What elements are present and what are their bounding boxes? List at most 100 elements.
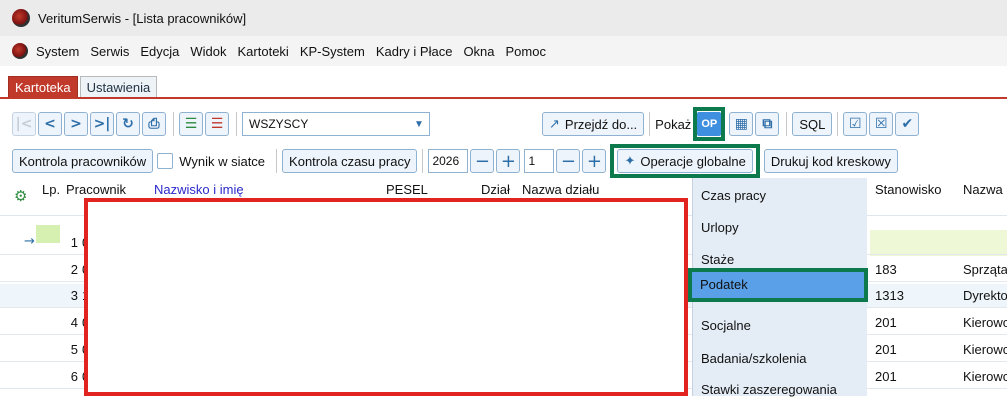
remove-column-icon[interactable]: ☰ [205,112,229,136]
window-title: VeritumSerwis - [Lista pracowników] [38,10,247,26]
sql-button[interactable]: SQL [792,112,833,136]
col-nazwa-dzialu[interactable]: Nazwa działu [522,182,599,197]
control-time-button[interactable]: Kontrola czasu pracy [282,149,418,173]
tab-ustawienia[interactable]: Ustawienia [79,76,158,98]
redaction-box [84,198,688,396]
row-nazwa: Sprzątacz [963,262,1007,277]
row-nazwa: Kierowca [963,369,1007,384]
show-label: Pokaż [655,116,692,132]
menu-item-staze[interactable]: Staże [701,252,734,267]
print-barcode-button[interactable]: Drukuj kod kreskowy [763,149,898,173]
menu-kadry-i-place[interactable]: Kadry i Płace [376,44,453,59]
row-nazwa: Kierowca [963,315,1007,330]
control-employees-button[interactable]: Kontrola pracowników [12,149,154,173]
grid-result-label: Wynik w siatce [179,153,266,169]
year-input[interactable]: 2026 [428,149,469,173]
menu-okna[interactable]: Okna [463,44,494,59]
menu-system[interactable]: System [36,44,79,59]
last-record-icon[interactable]: >| [90,112,114,136]
title-bar: VeritumSerwis - [Lista pracowników] [0,0,1007,36]
month-input[interactable]: 1 [524,149,555,173]
actions-toolbar: Kontrola pracowników Wynik w siatce Kont… [0,144,1007,178]
magic-wand-icon: ✦ [624,153,636,169]
year-increment-button[interactable]: + [496,149,521,173]
col-stanowisko[interactable]: Stanowisko [875,182,941,197]
menu-item-czas-pracy[interactable]: Czas pracy [701,188,766,203]
toolbar-separator [649,112,651,136]
toolbar-separator [422,149,424,173]
row-lp: 6 [70,369,78,384]
deselect-all-icon[interactable]: ☒ [869,112,894,136]
menu-item-badania-szkolenia[interactable]: Badania/szkolenia [701,351,807,366]
chevron-down-icon[interactable]: ▼ [409,113,429,135]
menu-serwis[interactable]: Serwis [90,44,129,59]
menu-item-podatek[interactable]: Podatek [688,268,868,302]
grid-result-checkbox[interactable]: Wynik w siatce [157,149,265,173]
col-dzial[interactable]: Dział [481,182,510,197]
employee-filter-select[interactable]: WSZYSCY ▼ [242,112,430,136]
external-link-icon: ↗ [549,116,560,132]
menu-item-urlopy[interactable]: Urlopy [701,220,739,235]
menu-item-stawki-zaszeregowania[interactable]: Stawki zaszeregowania [701,382,837,397]
select-all-icon[interactable]: ☑ [843,112,868,136]
row-lp: 2 [70,262,78,277]
row-stanowisko: 183 [875,262,897,277]
row-stanowisko: 201 [875,369,897,384]
copy-icon[interactable]: ⧉ [755,112,780,136]
navigation-toolbar: |< < > >| ↻ ⎙ ☰ ☰ WSZYSCY ▼ ↗ Przejdź do… [0,104,1007,144]
toolbar-separator [236,112,237,136]
current-row-arrow-icon: → [24,234,35,249]
add-column-icon[interactable]: ☰ [179,112,203,136]
op-button-highlight: OP [693,107,726,141]
month-increment-button[interactable]: + [582,149,607,173]
tab-underline [0,97,1007,99]
system-menu-icon[interactable] [12,43,28,59]
year-decrement-button[interactable]: − [470,149,495,173]
toolbar-separator [276,149,278,173]
menu-item-socjalne[interactable]: Socjalne [701,318,751,333]
global-operations-button[interactable]: ✦ Operacje globalne [617,149,753,173]
row-lp: 1 [70,235,78,250]
refresh-icon[interactable]: ↻ [116,112,140,136]
menu-widok[interactable]: Widok [190,44,226,59]
checkbox-box[interactable] [157,153,174,169]
col-nazwa[interactable]: Nazwa [963,182,1003,197]
menu-item-podatek-label: Podatek [700,277,748,292]
col-lp[interactable]: Lp. [42,182,60,197]
row-stanowisko: 201 [875,315,897,330]
global-ops-highlight: ✦ Operacje globalne [610,144,760,178]
toolbar-separator [173,112,174,136]
tab-kartoteka[interactable]: Kartoteka [8,76,78,98]
next-record-icon[interactable]: > [64,112,88,136]
row-lp: 5 [70,342,78,357]
first-record-icon[interactable]: |< [12,112,36,136]
toolbar-separator [837,112,839,136]
grid-settings-icon[interactable]: ⚙ [14,187,27,205]
goto-button-label: Przejdź do... [564,116,638,132]
employee-filter-value: WSZYSCY [249,117,309,131]
tab-bar: Kartoteka Ustawienia [0,76,159,98]
menu-bar: System Serwis Edycja Widok Kartoteki KP-… [0,36,1007,66]
menu-kartoteki[interactable]: Kartoteki [238,44,289,59]
previous-record-icon[interactable]: < [38,112,62,136]
goto-button[interactable]: ↗ Przejdź do... [542,112,645,136]
global-operations-label: Operacje globalne [640,153,746,169]
row-nazwa: Dyrektor [963,288,1007,303]
menu-kp-system[interactable]: KP-System [300,44,365,59]
col-pesel[interactable]: PESEL [386,182,428,197]
print-icon[interactable]: ⎙ [142,112,166,136]
toolbar-separator [786,112,788,136]
row-nazwa: Kierowca [963,342,1007,357]
table-view-icon[interactable]: ▦ [729,112,754,136]
app-logo-icon [12,9,30,27]
confirm-icon[interactable]: ✔ [895,112,920,136]
menu-edycja[interactable]: Edycja [140,44,179,59]
month-decrement-button[interactable]: − [556,149,581,173]
menu-pomoc[interactable]: Pomoc [506,44,546,59]
row-lp: 3 [70,288,78,303]
col-pracownik[interactable]: Pracownik [66,182,126,197]
row-stanowisko: 201 [875,342,897,357]
op-button[interactable]: OP [697,112,722,136]
col-nazwisko[interactable]: Nazwisko i imię [154,182,244,197]
row-lp: 4 [70,315,78,330]
